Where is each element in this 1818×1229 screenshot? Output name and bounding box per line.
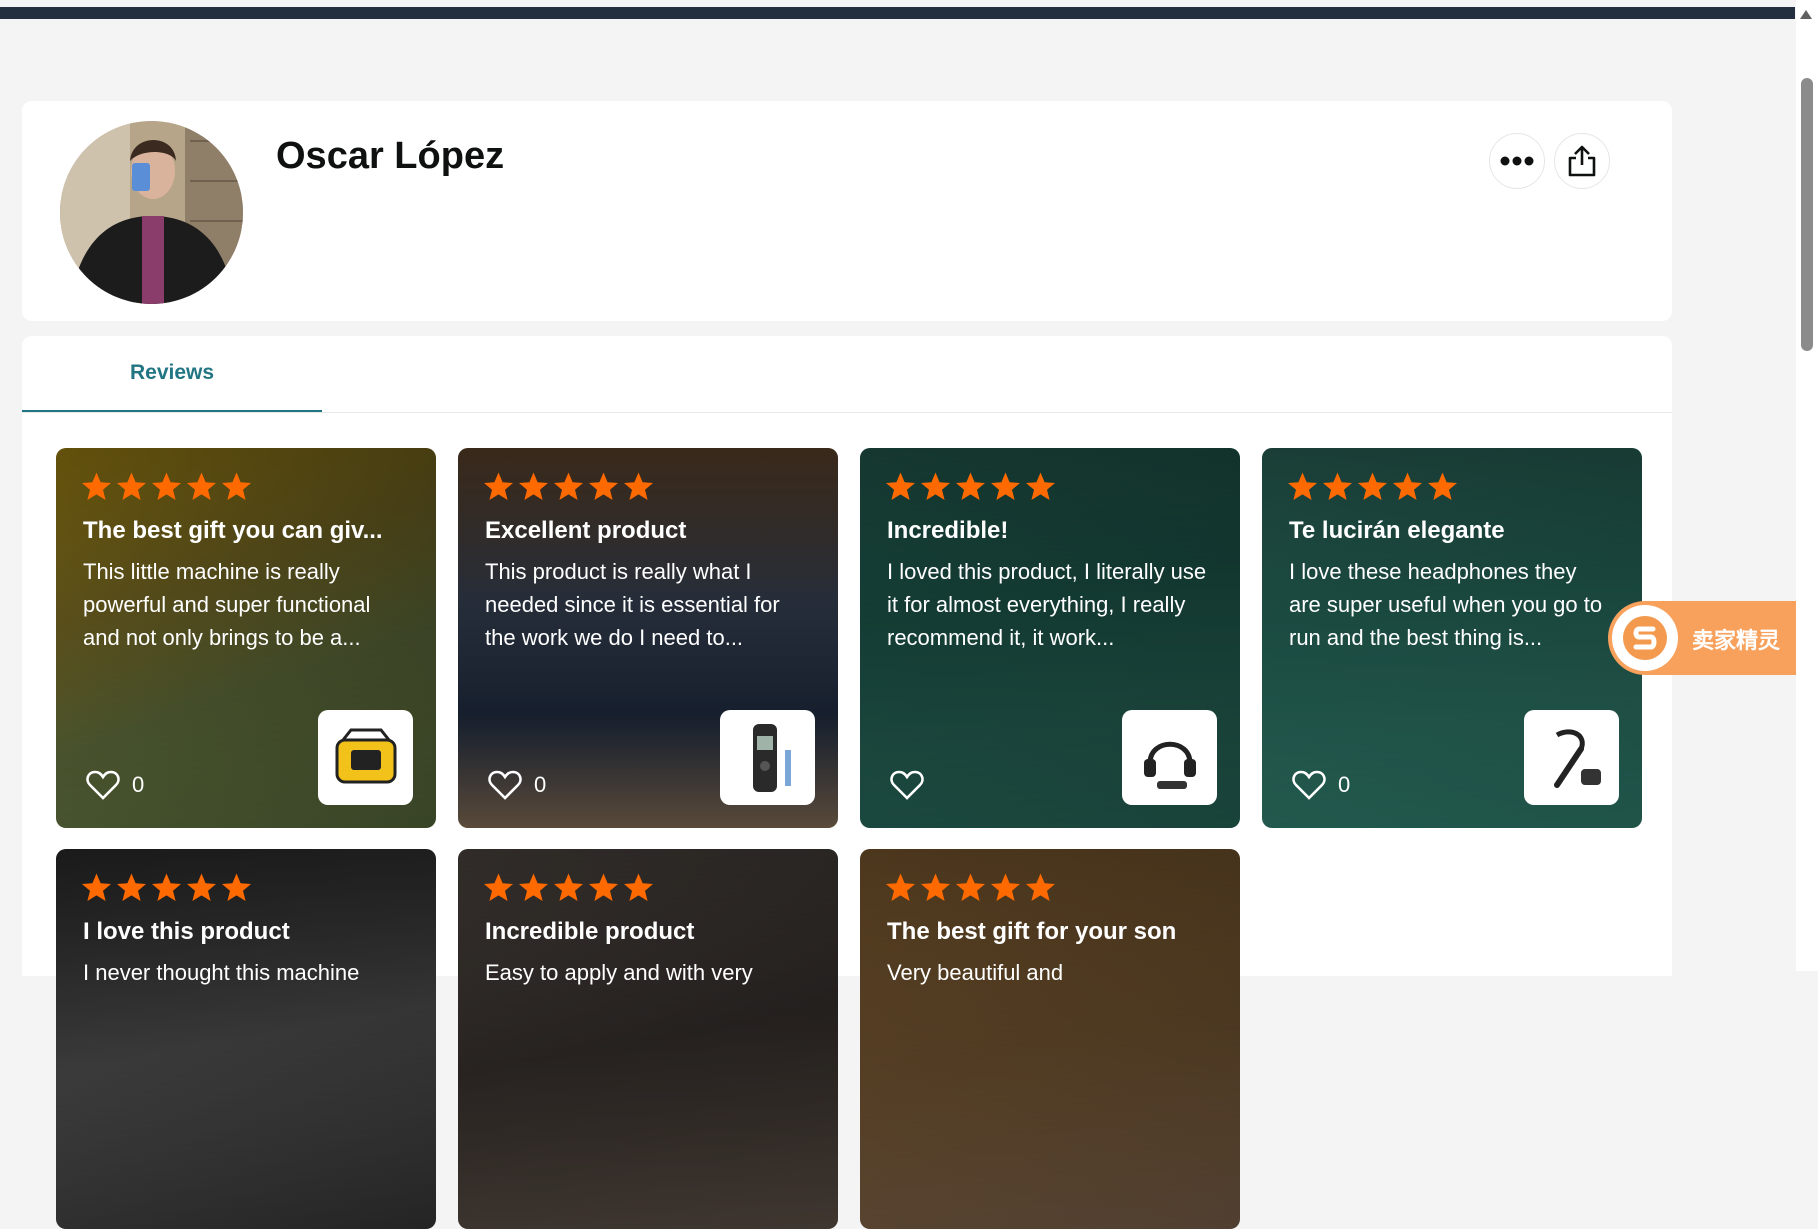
like-count: 0 bbox=[132, 772, 145, 797]
review-body: Very beautiful and bbox=[887, 960, 1064, 985]
more-dots-icon bbox=[1500, 156, 1534, 166]
like-button[interactable] bbox=[890, 770, 936, 800]
star-icon bbox=[1358, 472, 1387, 500]
star-icon bbox=[117, 873, 146, 901]
like-button[interactable]: 0 bbox=[1292, 770, 1350, 800]
share-button[interactable] bbox=[1554, 133, 1610, 189]
product-thumbnail[interactable] bbox=[720, 710, 815, 805]
star-icon bbox=[484, 873, 513, 901]
star-icon bbox=[886, 472, 915, 500]
like-button[interactable]: 0 bbox=[488, 770, 546, 800]
review-title: The best gift you can giv... bbox=[83, 517, 383, 544]
star-icon bbox=[82, 873, 111, 901]
star-icon bbox=[519, 873, 548, 901]
star-icon bbox=[152, 472, 181, 500]
product-thumbnail[interactable] bbox=[1122, 710, 1217, 805]
star-icon bbox=[1323, 472, 1352, 500]
review-body: I never thought this machine bbox=[83, 960, 360, 985]
star-icon bbox=[956, 472, 985, 500]
tab-label: Reviews bbox=[129, 361, 215, 384]
star-rating bbox=[884, 871, 1057, 904]
heart-icon bbox=[890, 770, 924, 800]
star-rating bbox=[482, 470, 655, 503]
star-icon bbox=[1288, 472, 1317, 500]
avatar[interactable] bbox=[60, 121, 243, 304]
star-icon bbox=[886, 873, 915, 901]
seller-sprite-logo-icon bbox=[1612, 605, 1678, 671]
star-icon bbox=[921, 873, 950, 901]
multimeter-icon bbox=[752, 723, 791, 792]
star-icon bbox=[222, 472, 251, 500]
star-icon bbox=[589, 873, 618, 901]
heart-icon bbox=[488, 770, 522, 800]
like-count: 0 bbox=[1338, 772, 1351, 797]
review-card[interactable]: Incredible! I loved this product, I lite… bbox=[860, 448, 1240, 828]
star-icon bbox=[222, 873, 251, 901]
profile-name: Oscar López bbox=[276, 135, 505, 177]
earpiece-icon bbox=[1553, 728, 1601, 788]
scroll-up-arrow-icon[interactable] bbox=[1800, 10, 1812, 19]
review-title: Incredible! bbox=[887, 517, 1009, 544]
review-title: Te lucirán elegante bbox=[1289, 517, 1505, 544]
star-icon bbox=[187, 873, 216, 901]
page-scrollbar[interactable] bbox=[1796, 0, 1818, 971]
star-icon bbox=[1026, 873, 1055, 901]
heart-icon bbox=[86, 770, 120, 800]
star-rating bbox=[884, 470, 1057, 503]
tab-reviews[interactable]: Reviews bbox=[22, 336, 322, 413]
widget-label: 卖家精灵 bbox=[1692, 629, 1781, 654]
star-rating bbox=[482, 871, 655, 904]
review-body: I love these headphones they are super u… bbox=[1289, 559, 1603, 650]
review-body: Easy to apply and with very bbox=[485, 960, 753, 985]
review-card[interactable]: I love this product I never thought this… bbox=[56, 849, 436, 1229]
product-thumbnail[interactable] bbox=[1524, 710, 1619, 805]
top-nav-bar bbox=[0, 7, 1795, 19]
review-body: I loved this product, I literally use it… bbox=[887, 559, 1207, 650]
star-icon bbox=[82, 472, 111, 500]
star-icon bbox=[554, 873, 583, 901]
star-icon bbox=[519, 472, 548, 500]
review-body: This little machine is really powerful a… bbox=[83, 559, 371, 650]
review-card[interactable]: The best gift for your son Very beautifu… bbox=[860, 849, 1240, 1229]
star-icon bbox=[921, 472, 950, 500]
star-icon bbox=[1428, 472, 1457, 500]
review-title: Incredible product bbox=[485, 918, 695, 945]
star-icon bbox=[1393, 472, 1422, 500]
headset-icon bbox=[1143, 741, 1196, 789]
star-icon bbox=[956, 873, 985, 901]
review-body: This product is really what I needed sin… bbox=[485, 559, 780, 650]
profile-card: Oscar López bbox=[22, 101, 1672, 321]
star-icon bbox=[152, 873, 181, 901]
tab-divider bbox=[22, 412, 1672, 413]
scroll-thumb[interactable] bbox=[1801, 78, 1813, 351]
star-rating bbox=[1286, 470, 1459, 503]
star-icon bbox=[1026, 472, 1055, 500]
more-options-button[interactable] bbox=[1489, 133, 1545, 189]
review-card[interactable]: Incredible product Easy to apply and wit… bbox=[458, 849, 838, 1229]
review-card[interactable]: Te lucirán elegante I love these headpho… bbox=[1262, 448, 1642, 828]
star-icon bbox=[624, 472, 653, 500]
share-icon bbox=[1568, 145, 1596, 177]
like-count: 0 bbox=[534, 772, 547, 797]
star-icon bbox=[991, 472, 1020, 500]
review-title: Excellent product bbox=[485, 517, 687, 544]
product-thumbnail[interactable] bbox=[318, 710, 413, 805]
review-card[interactable]: The best gift you can giv... This little… bbox=[56, 448, 436, 828]
star-rating bbox=[80, 871, 253, 904]
star-icon bbox=[187, 472, 216, 500]
air-compressor-icon bbox=[335, 728, 396, 783]
heart-icon bbox=[1292, 770, 1326, 800]
like-button[interactable]: 0 bbox=[86, 770, 144, 800]
star-icon bbox=[991, 873, 1020, 901]
star-icon bbox=[484, 472, 513, 500]
star-icon bbox=[589, 472, 618, 500]
review-title: I love this product bbox=[83, 918, 290, 945]
seller-sprite-widget[interactable]: 卖家精灵 bbox=[1608, 601, 1796, 675]
star-icon bbox=[624, 873, 653, 901]
star-icon bbox=[554, 472, 583, 500]
star-rating bbox=[80, 470, 253, 503]
review-card[interactable]: Excellent product This product is really… bbox=[458, 448, 838, 828]
star-icon bbox=[117, 472, 146, 500]
review-title: The best gift for your son bbox=[887, 918, 1177, 945]
